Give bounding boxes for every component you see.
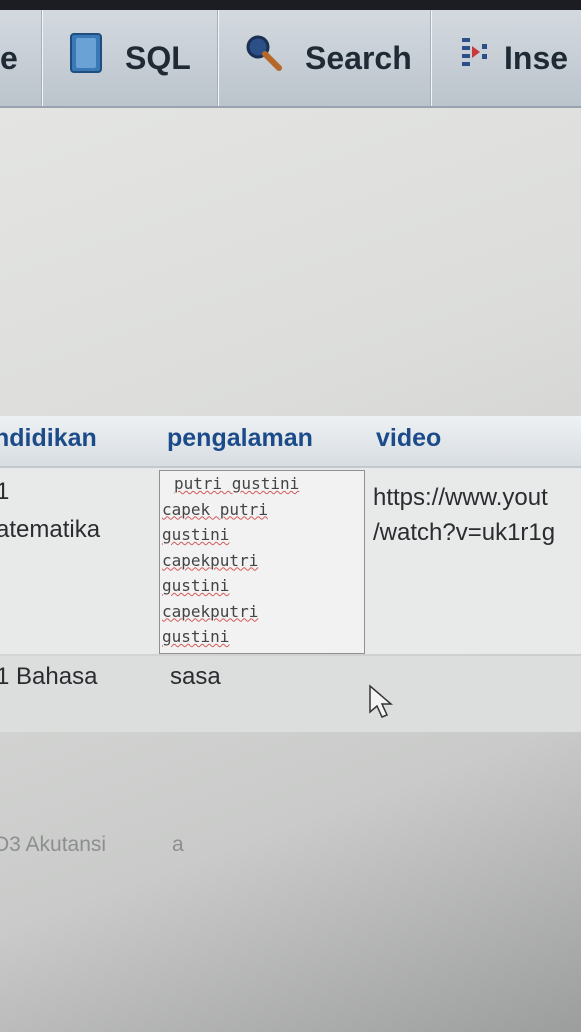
text-line: gustini <box>162 627 230 646</box>
cell-pendidikan-top: 1 <box>0 478 10 505</box>
cell-pendidikan: D3 Akutansi <box>0 833 107 856</box>
column-header-pengalaman[interactable]: pengalaman <box>167 424 313 453</box>
blank-content-area <box>0 108 581 418</box>
text-line: capek putri <box>162 499 268 519</box>
tab-insert-label: Inse <box>504 39 569 76</box>
browser-top-edge <box>0 0 581 10</box>
tab-sql-label: SQL <box>125 39 191 76</box>
cell-pendidikan: 1 Bahasa <box>0 663 98 690</box>
cell-pengalaman[interactable]: a <box>172 833 184 857</box>
text-line: putri gustini <box>174 474 300 493</box>
column-header-pendidikan[interactable]: ndidikan <box>0 424 97 453</box>
column-header-video[interactable]: video <box>376 424 441 453</box>
insert-icon <box>460 34 490 82</box>
text-line: capekputri <box>162 550 259 570</box>
pengalaman-edit-textarea[interactable]: putri gustini capek putri gustini capekp… <box>159 470 365 654</box>
cell-video[interactable]: https://www.yout /watch?v=uk1r1g <box>373 480 581 550</box>
video-url-line-1: https://www.yout <box>373 484 548 511</box>
tab-insert[interactable]: Inse <box>432 10 581 106</box>
tab-previous-label: e <box>0 39 18 76</box>
mouse-pointer-icon <box>368 684 396 725</box>
search-icon <box>243 32 287 84</box>
video-url-line-2: /watch?v=uk1r1g <box>373 519 556 546</box>
tab-bar: e SQL Search Inse <box>0 10 581 108</box>
tab-search[interactable]: Search <box>219 10 432 106</box>
text-line: gustini <box>162 525 230 544</box>
text-line: gustini <box>162 576 230 595</box>
table-header-row: ndidikan pengalaman video <box>0 416 581 468</box>
cell-pendidikan: atematika <box>0 516 101 543</box>
tab-search-label: Search <box>305 39 412 76</box>
tab-previous[interactable]: e <box>0 10 43 106</box>
tab-sql[interactable]: SQL <box>43 10 219 106</box>
sql-icon <box>67 32 107 84</box>
cell-pengalaman[interactable]: sasa <box>170 663 221 691</box>
text-line: capekputri <box>162 601 259 621</box>
